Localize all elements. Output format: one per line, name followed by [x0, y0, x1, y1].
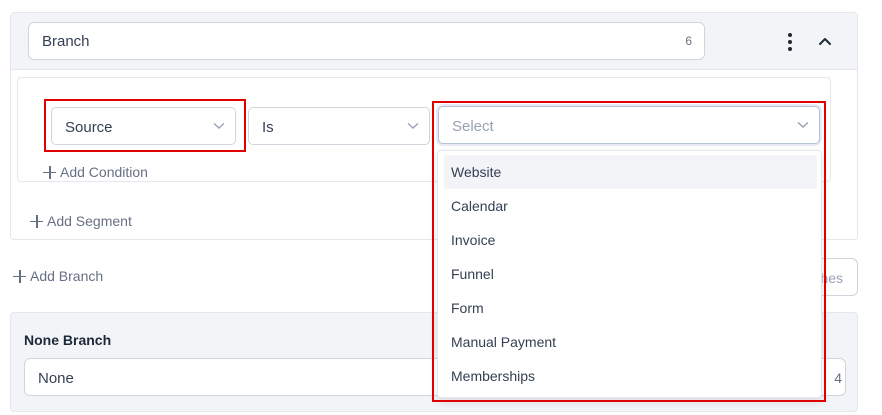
- branch-header: Branch 6: [11, 13, 857, 70]
- dropdown-option-manual-payment[interactable]: Manual Payment: [444, 325, 817, 359]
- dropdown-option-form[interactable]: Form: [444, 291, 817, 325]
- add-branch-link[interactable]: Add Branch: [13, 268, 103, 284]
- chevron-down-icon: [213, 122, 225, 129]
- condition-operator-select[interactable]: Is: [248, 107, 430, 145]
- condition-operator-value: Is: [262, 119, 274, 136]
- value-dropdown-menu: Website Calendar Invoice Funnel Form Man…: [437, 150, 822, 398]
- none-branch-name-value: None: [38, 370, 74, 387]
- plus-icon: [13, 269, 26, 283]
- none-branch-title: None Branch: [24, 332, 112, 348]
- more-options-icon[interactable]: [781, 31, 799, 53]
- condition-value-placeholder: Select: [452, 118, 494, 135]
- plus-icon: [43, 165, 56, 179]
- add-condition-link[interactable]: Add Condition: [43, 164, 148, 180]
- dropdown-option-funnel[interactable]: Funnel: [444, 257, 817, 291]
- dropdown-option-website[interactable]: Website: [444, 155, 817, 189]
- add-segment-link[interactable]: Add Segment: [30, 213, 132, 229]
- condition-value-select[interactable]: Select: [438, 106, 820, 144]
- branch-name-value: Branch: [42, 33, 90, 50]
- condition-field-value: Source: [65, 119, 113, 136]
- plus-icon: [30, 214, 43, 228]
- branch-name-char-count: 6: [685, 34, 692, 48]
- dropdown-option-memberships[interactable]: Memberships: [444, 359, 817, 393]
- add-branch-label: Add Branch: [30, 268, 104, 284]
- condition-field-select[interactable]: Source: [51, 107, 236, 145]
- branches-button-label: hes: [820, 270, 843, 286]
- none-branch-char-count: 4: [834, 370, 842, 386]
- chevron-down-icon: [797, 121, 809, 128]
- branch-name-input[interactable]: Branch 6: [28, 22, 705, 60]
- chevron-up-icon[interactable]: [815, 32, 835, 50]
- dropdown-option-invoice[interactable]: Invoice: [444, 223, 817, 257]
- add-condition-label: Add Condition: [60, 164, 148, 180]
- add-segment-label: Add Segment: [47, 213, 132, 229]
- dropdown-option-calendar[interactable]: Calendar: [444, 189, 817, 223]
- chevron-down-icon: [407, 122, 419, 129]
